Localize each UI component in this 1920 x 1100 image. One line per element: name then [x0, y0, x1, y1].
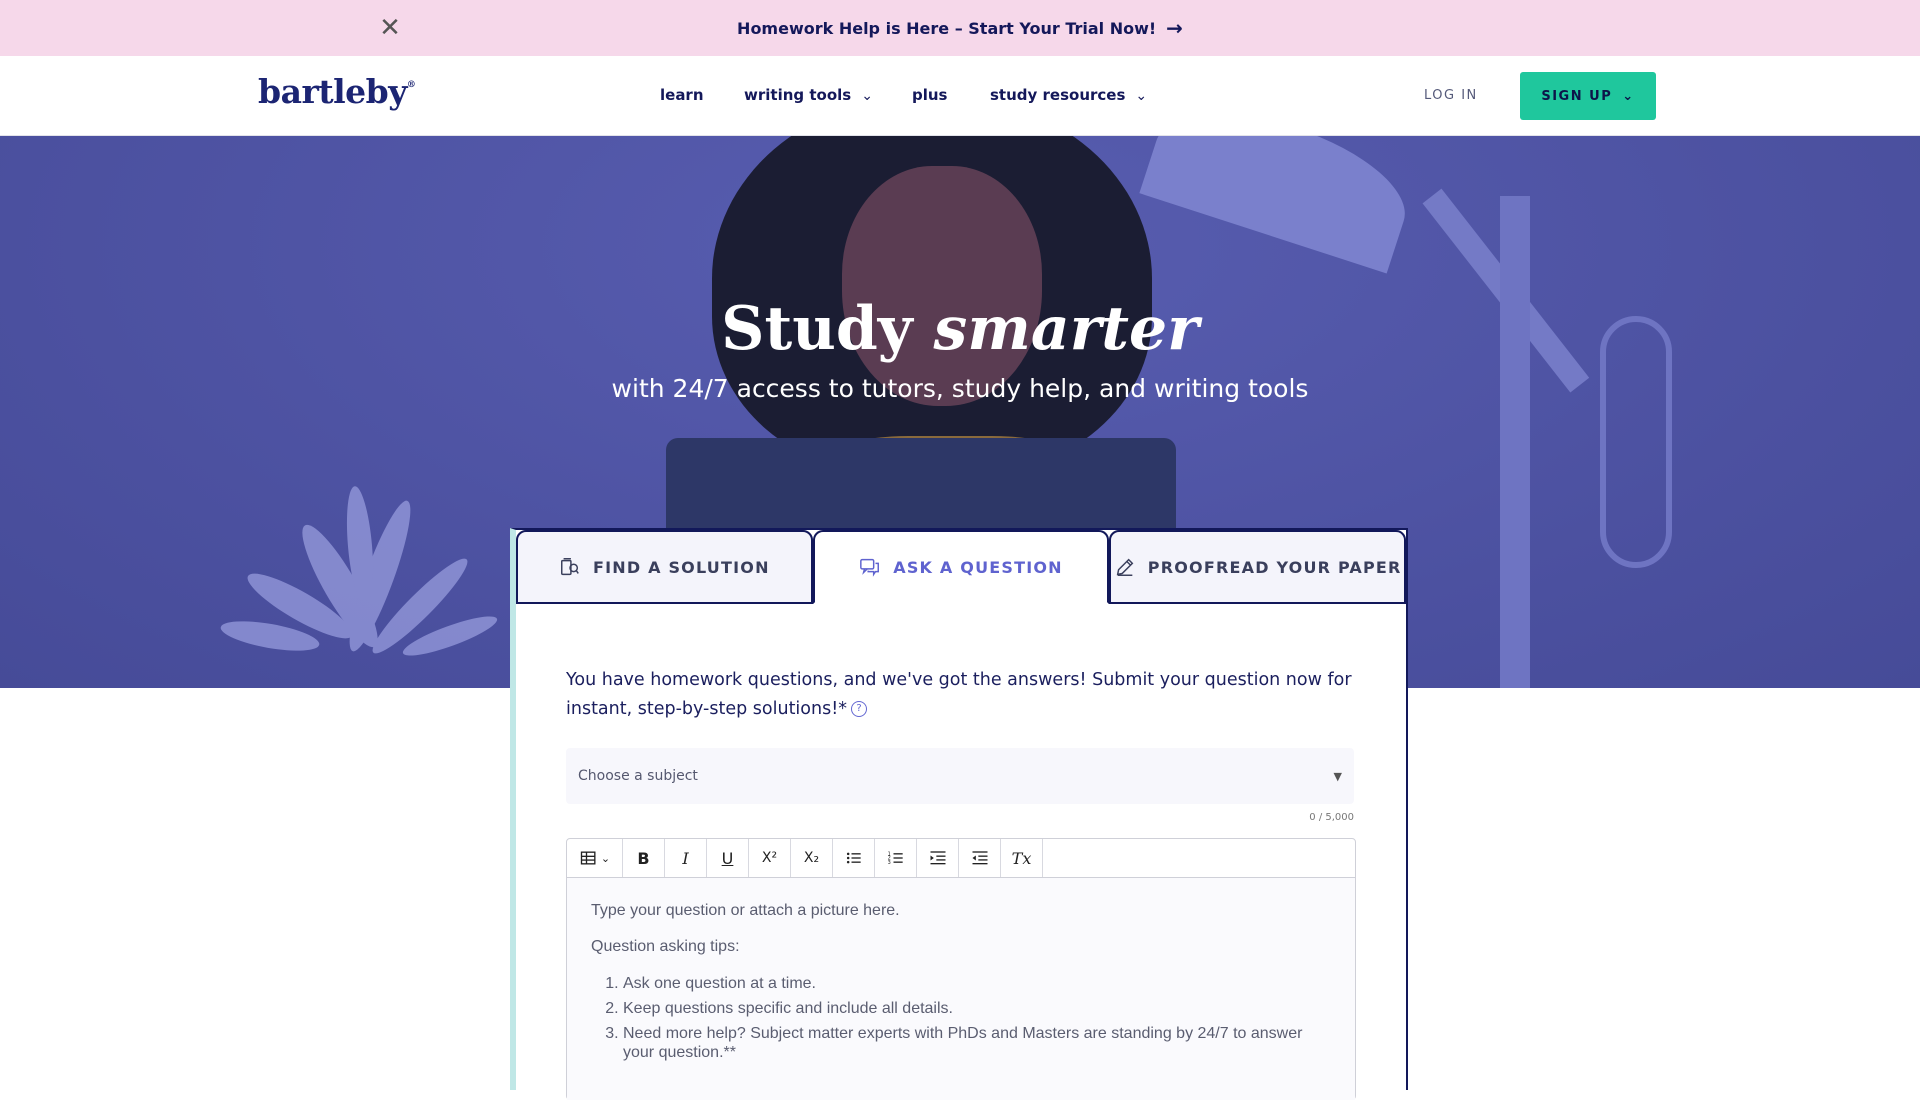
promo-link[interactable]: Homework Help is Here – Start Your Trial… — [0, 0, 1920, 56]
outdent-icon[interactable] — [959, 839, 1001, 877]
subject-select[interactable]: Choose a subject ▼ — [566, 748, 1354, 804]
tips-title: Question asking tips: — [591, 938, 740, 955]
tab-find-a-solution[interactable]: FIND A SOLUTION — [516, 530, 813, 604]
question-card: FIND A SOLUTION ASK A QUESTION PROOFREAD… — [510, 528, 1408, 1100]
bold-icon[interactable]: B — [623, 839, 665, 877]
chevron-down-icon: ⌄ — [1135, 88, 1148, 104]
tip-item: Ask one question at a time. — [623, 974, 1331, 993]
logo-registered-mark: ® — [406, 80, 416, 90]
hero-subtitle: with 24/7 access to tutors, study help, … — [611, 374, 1309, 403]
svg-text:3: 3 — [887, 860, 890, 866]
table-icon[interactable]: ⌄ — [567, 839, 623, 877]
ask-intro: You have homework questions, and we've g… — [566, 666, 1366, 724]
clear-format-icon[interactable]: Tx — [1001, 839, 1043, 877]
book-search-icon — [561, 558, 579, 576]
tab-ask-a-question[interactable]: ASK A QUESTION — [812, 530, 1110, 604]
tab-bar: FIND A SOLUTION ASK A QUESTION PROOFREAD… — [516, 530, 1407, 606]
char-counter: 0 / 5,000 — [1309, 812, 1354, 823]
chat-bubbles-icon — [860, 558, 880, 577]
tip-item: Need more help? Subject matter experts w… — [623, 1024, 1331, 1062]
underline-icon[interactable]: U — [707, 839, 749, 877]
editor-toolbar: ⌄ B I U X² X₂ 123 Tx — [567, 839, 1355, 878]
logo[interactable]: bartleby® — [258, 72, 416, 111]
chevron-down-icon: ⌄ — [1622, 88, 1635, 104]
nav-learn[interactable]: learn — [660, 86, 704, 104]
logo-text: bartleby — [258, 72, 407, 111]
tab-proofread-your-paper[interactable]: PROOFREAD YOUR PAPER — [1109, 530, 1407, 604]
hero-title-plain: Study — [721, 294, 934, 364]
italic-icon[interactable]: I — [665, 839, 707, 877]
nav-plus[interactable]: plus — [912, 86, 948, 104]
tip-item: Keep questions specific and include all … — [623, 999, 1331, 1018]
question-circle-icon[interactable]: ? — [850, 701, 867, 717]
nav-study-resources[interactable]: study resources ⌄ — [990, 86, 1147, 104]
numbered-list-icon[interactable]: 123 — [875, 839, 917, 877]
ask-intro-text: You have homework questions, and we've g… — [566, 670, 1352, 719]
hero-title: Study smarter — [0, 294, 1920, 364]
nav-plus-label: plus — [912, 86, 948, 104]
lamp-stand-illustration — [1500, 196, 1530, 688]
pencil-icon — [1116, 558, 1134, 576]
caret-down-icon: ▼ — [1333, 769, 1342, 783]
subject-select-value: Choose a subject — [578, 768, 698, 784]
subscript-icon[interactable]: X₂ — [791, 839, 833, 877]
signup-label: SIGN UP — [1541, 88, 1613, 104]
hero-title-italic: smarter — [933, 294, 1199, 364]
chevron-down-icon: ⌄ — [861, 88, 873, 104]
question-editor[interactable]: ⌄ B I U X² X₂ 123 Tx Type your question … — [566, 838, 1356, 1100]
nav-writing-tools[interactable]: writing tools ⌄ — [744, 86, 873, 104]
bullet-list-icon[interactable] — [833, 839, 875, 877]
arrow-right-icon: → — [1166, 16, 1183, 40]
promo-text[interactable]: Homework Help is Here – Start Your Trial… — [737, 19, 1156, 38]
promo-banner: ✕ Homework Help is Here – Start Your Tri… — [0, 0, 1920, 56]
nav-writing-tools-label: writing tools — [744, 86, 852, 104]
plant-illustration — [220, 486, 498, 656]
site-header: bartleby® learn writing tools ⌄ plus stud… — [0, 56, 1920, 136]
person-face-illustration — [842, 166, 1042, 406]
indent-icon[interactable] — [917, 839, 959, 877]
signup-button[interactable]: SIGN UP ⌄ — [1520, 72, 1656, 120]
nav-study-resources-label: study resources — [990, 86, 1126, 104]
login-link[interactable]: LOG IN — [1424, 88, 1478, 103]
tab-find-a-solution-label: FIND A SOLUTION — [592, 557, 770, 577]
tab-proofread-your-paper-label: PROOFREAD YOUR PAPER — [1147, 557, 1402, 577]
superscript-icon[interactable]: X² — [749, 839, 791, 877]
nav-learn-label: learn — [660, 86, 704, 104]
tab-ask-a-question-label: ASK A QUESTION — [893, 557, 1063, 577]
editor-body[interactable]: Type your question or attach a picture h… — [567, 878, 1355, 1100]
tips-list: Ask one question at a time. Keep questio… — [591, 974, 1331, 1062]
editor-placeholder: Type your question or attach a picture h… — [591, 902, 900, 919]
